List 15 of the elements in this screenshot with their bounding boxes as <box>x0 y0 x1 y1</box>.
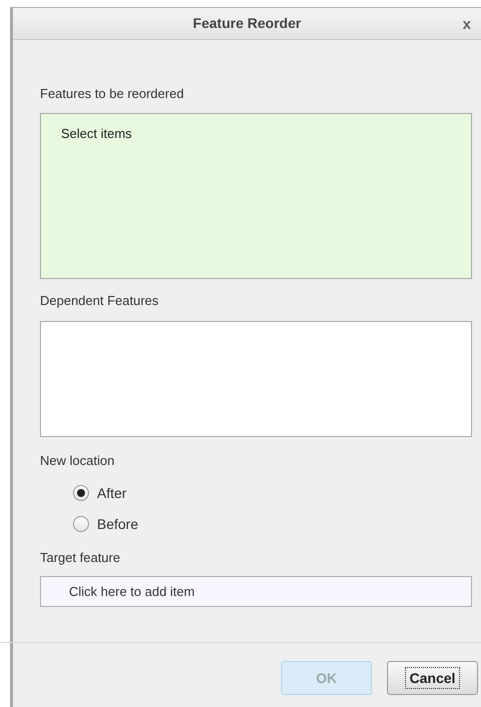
radio-option[interactable]: Before <box>73 514 472 534</box>
field-label: Dependent Features <box>40 292 160 310</box>
field-label: Target feature <box>40 548 122 567</box>
list-placeholder: Select items <box>61 126 132 140</box>
field-label: Features to be reordered <box>40 85 185 103</box>
selection-list[interactable]: Select items <box>40 112 472 278</box>
window-title: Feature Reorder <box>192 14 302 33</box>
radio-button[interactable] <box>73 516 89 532</box>
dialog-button[interactable]: Cancel <box>387 661 478 695</box>
radio-button[interactable] <box>73 485 89 501</box>
close-button[interactable]: x <box>462 14 471 36</box>
field-label: New location <box>40 452 116 470</box>
field-placeholder: Click here to add item <box>69 582 195 601</box>
target-field[interactable]: Click here to add item <box>40 576 472 607</box>
radio-option[interactable]: After <box>73 482 472 504</box>
